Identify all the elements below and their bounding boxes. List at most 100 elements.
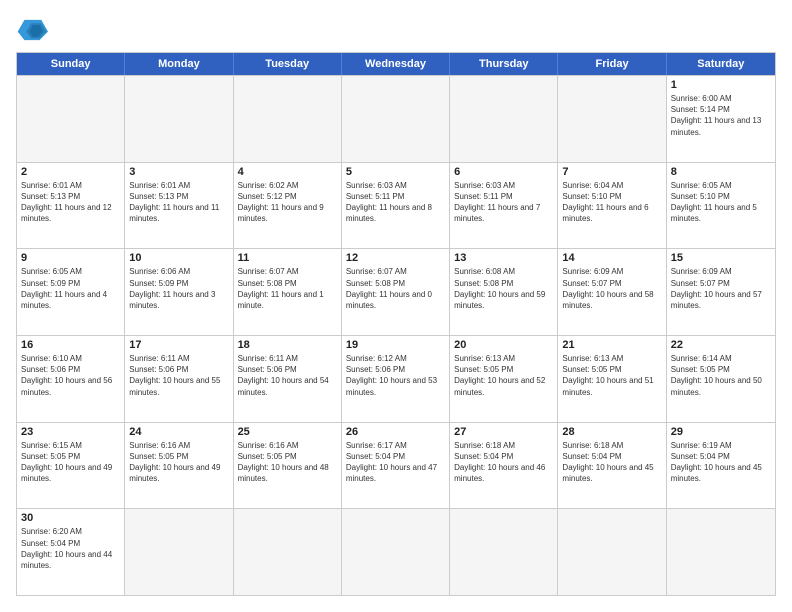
calendar-cell	[667, 509, 775, 595]
cell-info: Sunrise: 6:10 AM Sunset: 5:06 PM Dayligh…	[21, 353, 120, 398]
day-number: 15	[671, 252, 771, 264]
calendar-row-1: 2 Sunrise: 6:01 AM Sunset: 5:13 PM Daylig…	[17, 162, 775, 249]
general-blue-logo-icon	[16, 16, 48, 44]
day-number: 12	[346, 252, 445, 264]
day-number: 21	[562, 339, 661, 351]
day-number: 14	[562, 252, 661, 264]
calendar-cell: 26Sunrise: 6:17 AM Sunset: 5:04 PM Dayli…	[342, 423, 450, 509]
cell-info: Sunrise: 6:09 AM Sunset: 5:07 PM Dayligh…	[562, 266, 661, 311]
cell-info: Sunrise: 6:17 AM Sunset: 5:04 PM Dayligh…	[346, 440, 445, 485]
weekday-header-thursday: Thursday	[450, 53, 558, 75]
cell-info: Sunrise: 6:15 AM Sunset: 5:05 PM Dayligh…	[21, 440, 120, 485]
calendar-cell	[558, 509, 666, 595]
cell-info: Sunrise: 6:18 AM Sunset: 5:04 PM Dayligh…	[454, 440, 553, 485]
calendar-cell: 11 Sunrise: 6:07 AM Sunset: 5:08 PM Dayli…	[234, 249, 342, 335]
calendar-cell: 7 Sunrise: 6:04 AM Sunset: 5:10 PM Daylig…	[558, 163, 666, 249]
cell-info: Sunrise: 6:07 AM Sunset: 5:08 PM Dayligh…	[346, 266, 445, 311]
calendar-cell: 30 Sunrise: 6:20 AM Sunset: 5:04 PM Dayli…	[17, 509, 125, 595]
day-number: 7	[562, 166, 661, 178]
calendar-cell: 15 Sunrise: 6:09 AM Sunset: 5:07 PM Dayli…	[667, 249, 775, 335]
calendar-cell	[450, 509, 558, 595]
cell-info: Sunrise: 6:01 AM Sunset: 5:13 PM Dayligh…	[21, 180, 120, 225]
cell-info: Sunrise: 6:08 AM Sunset: 5:08 PM Dayligh…	[454, 266, 553, 311]
cell-info: Sunrise: 6:03 AM Sunset: 5:11 PM Dayligh…	[346, 180, 445, 225]
day-number: 30	[21, 512, 120, 524]
calendar-cell: 22 Sunrise: 6:14 AM Sunset: 5:05 PM Dayli…	[667, 336, 775, 422]
calendar-cell: 21 Sunrise: 6:13 AM Sunset: 5:05 PM Dayli…	[558, 336, 666, 422]
calendar-cell: 25Sunrise: 6:16 AM Sunset: 5:05 PM Dayli…	[234, 423, 342, 509]
calendar-cell: 10 Sunrise: 6:06 AM Sunset: 5:09 PM Dayli…	[125, 249, 233, 335]
calendar-cell: 14 Sunrise: 6:09 AM Sunset: 5:07 PM Dayli…	[558, 249, 666, 335]
logo	[16, 16, 52, 44]
cell-info: Sunrise: 6:04 AM Sunset: 5:10 PM Dayligh…	[562, 180, 661, 225]
calendar-cell	[125, 76, 233, 162]
calendar: SundayMondayTuesdayWednesdayThursdayFrid…	[16, 52, 776, 596]
calendar-cell: 20 Sunrise: 6:13 AM Sunset: 5:05 PM Dayli…	[450, 336, 558, 422]
calendar-cell	[125, 509, 233, 595]
day-number: 8	[671, 166, 771, 178]
day-number: 5	[346, 166, 445, 178]
cell-info: Sunrise: 6:05 AM Sunset: 5:09 PM Dayligh…	[21, 266, 120, 311]
day-number: 20	[454, 339, 553, 351]
calendar-cell	[234, 76, 342, 162]
calendar-cell: 8 Sunrise: 6:05 AM Sunset: 5:10 PM Daylig…	[667, 163, 775, 249]
day-number: 4	[238, 166, 337, 178]
calendar-row-0: 1Sunrise: 6:00 AM Sunset: 5:14 PM Daylig…	[17, 75, 775, 162]
calendar-cell: 9Sunrise: 6:05 AM Sunset: 5:09 PM Daylig…	[17, 249, 125, 335]
calendar-cell: 2 Sunrise: 6:01 AM Sunset: 5:13 PM Daylig…	[17, 163, 125, 249]
day-number: 16	[21, 339, 120, 351]
calendar-cell: 18Sunrise: 6:11 AM Sunset: 5:06 PM Dayli…	[234, 336, 342, 422]
cell-info: Sunrise: 6:07 AM Sunset: 5:08 PM Dayligh…	[238, 266, 337, 311]
cell-info: Sunrise: 6:14 AM Sunset: 5:05 PM Dayligh…	[671, 353, 771, 398]
cell-info: Sunrise: 6:03 AM Sunset: 5:11 PM Dayligh…	[454, 180, 553, 225]
day-number: 28	[562, 426, 661, 438]
calendar-cell	[17, 76, 125, 162]
calendar-row-4: 23Sunrise: 6:15 AM Sunset: 5:05 PM Dayli…	[17, 422, 775, 509]
header	[16, 16, 776, 44]
weekday-header-monday: Monday	[125, 53, 233, 75]
weekday-header-sunday: Sunday	[17, 53, 125, 75]
cell-info: Sunrise: 6:06 AM Sunset: 5:09 PM Dayligh…	[129, 266, 228, 311]
cell-info: Sunrise: 6:20 AM Sunset: 5:04 PM Dayligh…	[21, 526, 120, 571]
cell-info: Sunrise: 6:16 AM Sunset: 5:05 PM Dayligh…	[238, 440, 337, 485]
calendar-cell: 16 Sunrise: 6:10 AM Sunset: 5:06 PM Dayli…	[17, 336, 125, 422]
cell-info: Sunrise: 6:12 AM Sunset: 5:06 PM Dayligh…	[346, 353, 445, 398]
day-number: 29	[671, 426, 771, 438]
calendar-body: 1Sunrise: 6:00 AM Sunset: 5:14 PM Daylig…	[17, 75, 775, 595]
calendar-cell: 4Sunrise: 6:02 AM Sunset: 5:12 PM Daylig…	[234, 163, 342, 249]
calendar-row-3: 16 Sunrise: 6:10 AM Sunset: 5:06 PM Dayli…	[17, 335, 775, 422]
cell-info: Sunrise: 6:11 AM Sunset: 5:06 PM Dayligh…	[129, 353, 228, 398]
cell-info: Sunrise: 6:01 AM Sunset: 5:13 PM Dayligh…	[129, 180, 228, 225]
day-number: 3	[129, 166, 228, 178]
calendar-row-2: 9Sunrise: 6:05 AM Sunset: 5:09 PM Daylig…	[17, 248, 775, 335]
page: SundayMondayTuesdayWednesdayThursdayFrid…	[0, 0, 792, 612]
weekday-header-tuesday: Tuesday	[234, 53, 342, 75]
calendar-cell: 24Sunrise: 6:16 AM Sunset: 5:05 PM Dayli…	[125, 423, 233, 509]
calendar-cell: 13Sunrise: 6:08 AM Sunset: 5:08 PM Dayli…	[450, 249, 558, 335]
day-number: 19	[346, 339, 445, 351]
cell-info: Sunrise: 6:05 AM Sunset: 5:10 PM Dayligh…	[671, 180, 771, 225]
weekday-header-wednesday: Wednesday	[342, 53, 450, 75]
cell-info: Sunrise: 6:19 AM Sunset: 5:04 PM Dayligh…	[671, 440, 771, 485]
calendar-cell	[234, 509, 342, 595]
day-number: 2	[21, 166, 120, 178]
day-number: 11	[238, 252, 337, 264]
cell-info: Sunrise: 6:18 AM Sunset: 5:04 PM Dayligh…	[562, 440, 661, 485]
calendar-cell: 6 Sunrise: 6:03 AM Sunset: 5:11 PM Daylig…	[450, 163, 558, 249]
calendar-cell	[558, 76, 666, 162]
weekday-header-friday: Friday	[558, 53, 666, 75]
calendar-cell: 23Sunrise: 6:15 AM Sunset: 5:05 PM Dayli…	[17, 423, 125, 509]
calendar-row-5: 30 Sunrise: 6:20 AM Sunset: 5:04 PM Dayli…	[17, 508, 775, 595]
calendar-cell: 19 Sunrise: 6:12 AM Sunset: 5:06 PM Dayli…	[342, 336, 450, 422]
calendar-cell: 27Sunrise: 6:18 AM Sunset: 5:04 PM Dayli…	[450, 423, 558, 509]
day-number: 22	[671, 339, 771, 351]
calendar-cell: 3 Sunrise: 6:01 AM Sunset: 5:13 PM Daylig…	[125, 163, 233, 249]
cell-info: Sunrise: 6:13 AM Sunset: 5:05 PM Dayligh…	[562, 353, 661, 398]
weekday-header-saturday: Saturday	[667, 53, 775, 75]
cell-info: Sunrise: 6:16 AM Sunset: 5:05 PM Dayligh…	[129, 440, 228, 485]
day-number: 10	[129, 252, 228, 264]
cell-info: Sunrise: 6:09 AM Sunset: 5:07 PM Dayligh…	[671, 266, 771, 311]
calendar-cell: 1Sunrise: 6:00 AM Sunset: 5:14 PM Daylig…	[667, 76, 775, 162]
day-number: 6	[454, 166, 553, 178]
cell-info: Sunrise: 6:13 AM Sunset: 5:05 PM Dayligh…	[454, 353, 553, 398]
